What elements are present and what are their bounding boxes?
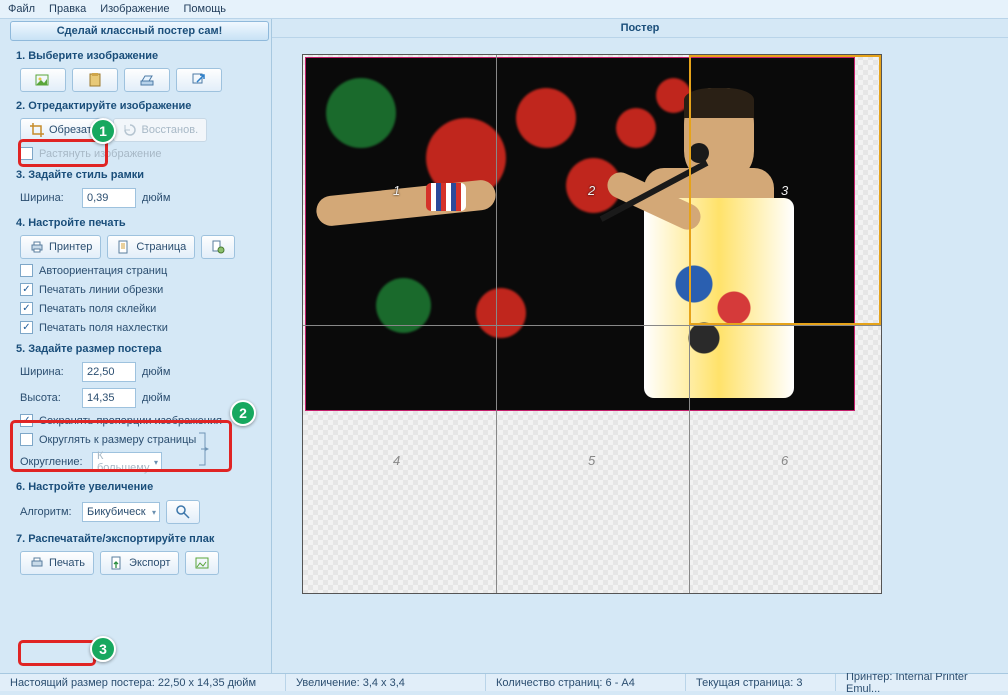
printer-label: Принтер — [49, 241, 92, 253]
print-button[interactable]: Печать — [20, 551, 94, 575]
scanner-icon — [139, 72, 155, 88]
pagenum-5: 5 — [588, 453, 595, 468]
preview-canvas[interactable]: 1 2 3 4 5 6 — [272, 38, 1008, 673]
frame-width-input[interactable] — [82, 188, 136, 208]
restore-label: Восстанов. — [142, 124, 199, 136]
step1-title: 1. Выберите изображение — [16, 50, 271, 62]
crop-icon — [29, 122, 45, 138]
pagenum-2: 2 — [588, 183, 595, 198]
right-panel: Постер — [272, 19, 1008, 673]
cutlines-label: Печатать линии обрезки — [39, 284, 163, 296]
pagenum-4: 4 — [393, 453, 400, 468]
link-dims-icon[interactable] — [197, 431, 209, 467]
poster-height-input[interactable] — [82, 388, 136, 408]
overlap-checkbox[interactable]: ✓ — [20, 321, 33, 334]
annotation-badge-2: 2 — [230, 400, 256, 426]
right-title: Постер — [272, 19, 1008, 38]
poster-height-label: Высота: — [20, 392, 76, 404]
menu-file[interactable]: Файл — [8, 3, 35, 15]
restore-button: Восстанов. — [113, 118, 208, 142]
cutlines-checkbox[interactable]: ✓ — [20, 283, 33, 296]
status-printer: Принтер: Internal Printer Emul... — [836, 674, 1008, 691]
magnifier-icon — [175, 504, 191, 520]
roundpage-checkbox[interactable] — [20, 433, 33, 446]
restore-icon — [122, 122, 138, 138]
page-button[interactable]: Страница — [107, 235, 195, 259]
step3-title: 3. Задайте стиль рамки — [16, 169, 271, 181]
poster-width-unit: дюйм — [142, 366, 170, 378]
status-bar: Настоящий размер постера: 22,50 x 14,35 … — [0, 673, 1008, 691]
external-button[interactable] — [176, 68, 222, 92]
overlap-label: Печатать поля нахлестки — [39, 322, 168, 334]
frame-unit: дюйм — [142, 192, 170, 204]
export-label: Экспорт — [129, 557, 170, 569]
glue-checkbox[interactable]: ✓ — [20, 302, 33, 315]
print-label: Печать — [49, 557, 85, 569]
status-enlarge: Увеличение: 3,4 x 3,4 — [286, 674, 486, 691]
stretch-label: Растянуть изображение — [39, 148, 162, 160]
export-icon — [109, 555, 125, 571]
menu-help[interactable]: Помощь — [184, 3, 227, 15]
step4-title: 4. Настройте печать — [16, 217, 271, 229]
image-export-icon — [194, 555, 210, 571]
status-pages: Количество страниц: 6 - A4 — [486, 674, 686, 691]
print-icon — [29, 555, 45, 571]
poster-area: 1 2 3 4 5 6 — [302, 54, 882, 594]
poster-height-unit: дюйм — [142, 392, 170, 404]
menubar: Файл Правка Изображение Помощь — [0, 0, 1008, 19]
image-add-icon — [35, 72, 51, 88]
menu-edit[interactable]: Правка — [49, 3, 86, 15]
step2-title: 2. Отредактируйте изображение — [16, 100, 271, 112]
page-gear-icon — [210, 239, 226, 255]
algo-select[interactable]: Бикубическ — [82, 502, 160, 522]
scanner-button[interactable] — [124, 68, 170, 92]
stretch-checkbox — [20, 147, 33, 160]
frame-width-label: Ширина: — [20, 192, 76, 204]
poster-width-input[interactable] — [82, 362, 136, 382]
poster-width-label: Ширина: — [20, 366, 76, 378]
step7-title: 7. Распечатайте/экспортируйте плак — [16, 533, 271, 545]
status-size: Настоящий размер постера: 22,50 x 14,35 … — [0, 674, 286, 691]
menu-image[interactable]: Изображение — [100, 3, 169, 15]
printer-icon — [29, 239, 45, 255]
step6-title: 6. Настройте увеличение — [16, 481, 271, 493]
open-image-button[interactable] — [20, 68, 66, 92]
roundpage-label: Округлять к размеру страницы — [39, 434, 196, 446]
pagenum-6: 6 — [781, 453, 788, 468]
keepratio-checkbox[interactable]: ✓ — [20, 414, 33, 427]
clipboard-button[interactable] — [72, 68, 118, 92]
annotation-badge-3: 3 — [90, 636, 116, 662]
step5-title: 5. Задайте размер постера — [16, 343, 271, 355]
algo-label: Алгоритм: — [20, 506, 76, 518]
rounding-label: Округление: — [20, 456, 86, 468]
annotation-badge-1: 1 — [90, 118, 116, 144]
promo-button[interactable]: Сделай классный постер сам! — [10, 21, 269, 41]
external-link-icon — [191, 72, 207, 88]
clipboard-icon — [87, 72, 103, 88]
status-current: Текущая страница: 3 — [686, 674, 836, 691]
pagenum-1: 1 — [393, 183, 400, 198]
page-extra-button[interactable] — [201, 235, 235, 259]
zoom-preview-button[interactable] — [166, 500, 200, 524]
keepratio-label: Сохранять пропорции изображения — [39, 415, 222, 427]
export-button[interactable]: Экспорт — [100, 551, 179, 575]
rounding-select: К большему — [92, 452, 162, 472]
autoorient-label: Автоориентация страниц — [39, 265, 167, 277]
page-icon — [116, 239, 132, 255]
printer-button[interactable]: Принтер — [20, 235, 101, 259]
pagenum-3: 3 — [781, 183, 788, 198]
page-label: Страница — [136, 241, 186, 253]
glue-label: Печатать поля склейки — [39, 303, 156, 315]
export-extra-button[interactable] — [185, 551, 219, 575]
left-sidebar: Сделай классный постер сам! 1. Выберите … — [0, 19, 272, 673]
autoorient-checkbox[interactable] — [20, 264, 33, 277]
